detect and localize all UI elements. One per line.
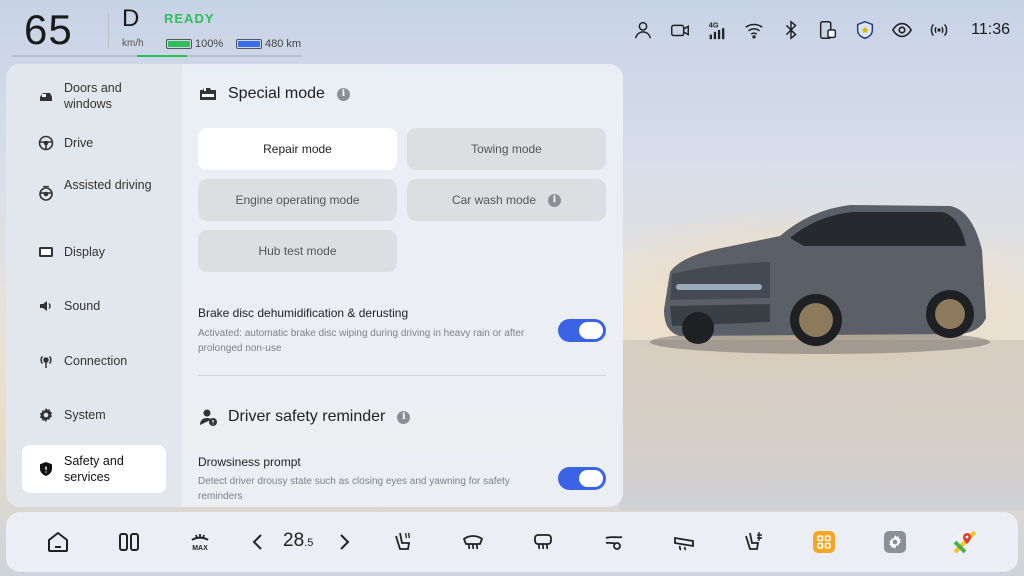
driver-icon bbox=[200, 409, 217, 426]
brake-dehumidification-description: Activated: automatic brake disc wiping d… bbox=[198, 328, 525, 354]
battery-icon bbox=[166, 39, 192, 49]
range-indicator: 480 km bbox=[236, 38, 301, 50]
settings-sidebar: Doors and windows Drive Assisted driving… bbox=[6, 64, 182, 507]
info-icon[interactable]: i bbox=[397, 410, 411, 424]
user-icon[interactable] bbox=[625, 12, 661, 48]
range-value: 480 km bbox=[265, 38, 302, 50]
bluetooth-icon[interactable] bbox=[773, 12, 809, 48]
special-mode-header: Special mode i bbox=[198, 84, 350, 104]
vehicle-scene bbox=[620, 60, 1024, 510]
temperature-readout: 28.5 bbox=[283, 530, 313, 552]
settings-content: Special mode i Repair mode Towing mode E… bbox=[182, 64, 623, 507]
phone-link-icon[interactable] bbox=[810, 12, 846, 48]
drowsiness-prompt-title: Drowsiness prompt bbox=[198, 455, 301, 469]
mode-label: Repair mode bbox=[263, 142, 332, 156]
settings-icon[interactable] bbox=[877, 524, 913, 560]
gear-indicator: D bbox=[122, 5, 140, 32]
shield-icon bbox=[40, 462, 52, 476]
sidebar-item-safety-and-services[interactable]: Safety and services bbox=[22, 445, 166, 493]
sidebar-item-system[interactable]: System bbox=[22, 391, 166, 439]
car-wash-mode-button[interactable]: Car wash mode i bbox=[407, 179, 606, 221]
wifi-icon[interactable] bbox=[736, 12, 772, 48]
max-defrost-icon[interactable]: MAX bbox=[182, 524, 218, 560]
sidebar-item-label: Sound bbox=[64, 299, 101, 313]
split-view-icon[interactable] bbox=[111, 524, 147, 560]
gear-icon bbox=[39, 408, 53, 422]
maps-icon[interactable] bbox=[947, 524, 983, 560]
brake-dehumidification-toggle[interactable] bbox=[558, 319, 606, 342]
speed-readout: 65 bbox=[24, 6, 73, 53]
sidebar-item-label: Safety and services bbox=[64, 454, 124, 484]
towing-mode-button[interactable]: Towing mode bbox=[407, 128, 606, 170]
seat-ventilation-icon[interactable] bbox=[736, 524, 772, 560]
section-title: Special mode bbox=[228, 85, 325, 102]
status-underline bbox=[12, 55, 302, 57]
vehicle-image bbox=[650, 205, 990, 354]
sidebar-item-doors-and-windows[interactable]: Doors and windows bbox=[22, 72, 166, 120]
network-label: 4G bbox=[709, 20, 719, 29]
sidebar-item-label: Connection bbox=[64, 354, 128, 368]
hub-test-mode-button[interactable]: Hub test mode bbox=[198, 230, 397, 272]
clock: 11:36 bbox=[971, 21, 1010, 38]
brake-dehumidification-title: Brake disc dehumidification & derusting bbox=[198, 306, 409, 320]
status-bar: 65 D READY km/h 100% 480 km 4G 11:36 bbox=[0, 0, 1024, 60]
sidebar-item-label: Display bbox=[64, 245, 105, 259]
special-mode-icon bbox=[200, 88, 216, 100]
drowsiness-prompt-toggle[interactable] bbox=[558, 467, 606, 490]
speaker-icon bbox=[40, 301, 51, 311]
sidebar-item-connection[interactable]: Connection bbox=[22, 337, 166, 385]
section-divider bbox=[198, 375, 606, 376]
settings-panel: Doors and windows Drive Assisted driving… bbox=[6, 64, 623, 507]
engine-operating-mode-button[interactable]: Engine operating mode bbox=[198, 179, 397, 221]
status-icons: 4G 11:36 bbox=[624, 0, 1024, 60]
battery-indicator: 100% bbox=[166, 38, 223, 50]
sidebar-item-label: Drive bbox=[64, 136, 94, 150]
sidebar-item-label: System bbox=[64, 408, 106, 422]
seat-heat-icon[interactable] bbox=[385, 524, 421, 560]
sidebar-item-label: Assisted driving bbox=[64, 178, 152, 192]
wireless-icon[interactable] bbox=[921, 12, 957, 48]
bottom-dock: MAX 28.5 bbox=[6, 512, 1018, 572]
ready-indicator: READY bbox=[164, 11, 215, 26]
sidebar-item-assisted-driving[interactable]: Assisted driving bbox=[22, 169, 166, 217]
shield-icon[interactable] bbox=[847, 12, 883, 48]
temperature-main: 28 bbox=[283, 530, 305, 551]
front-defrost-icon[interactable] bbox=[455, 524, 491, 560]
section-title: Driver safety reminder bbox=[228, 408, 386, 425]
driver-safety-header: Driver safety reminder i bbox=[198, 407, 411, 427]
car-door-icon bbox=[40, 93, 52, 101]
mode-label: Car wash mode bbox=[451, 193, 537, 207]
sidebar-item-label: Doors and windows bbox=[64, 81, 122, 111]
assisted-driving-icon bbox=[39, 185, 53, 201]
temp-up-icon[interactable] bbox=[326, 524, 362, 560]
sidebar-item-drive[interactable]: Drive bbox=[22, 119, 166, 167]
info-icon[interactable]: i bbox=[548, 193, 562, 207]
steering-wheel-icon bbox=[38, 135, 54, 151]
apps-icon[interactable] bbox=[806, 524, 842, 560]
mode-label: Engine operating mode bbox=[235, 193, 360, 207]
sidebar-item-display[interactable]: Display bbox=[22, 228, 166, 276]
eye-icon[interactable] bbox=[884, 12, 920, 48]
repair-mode-button[interactable]: Repair mode bbox=[198, 128, 397, 170]
mode-label: Towing mode bbox=[471, 142, 542, 156]
temperature-decimal: .5 bbox=[304, 537, 314, 549]
signal-4g-icon: 4G bbox=[699, 12, 735, 48]
status-separator bbox=[108, 14, 109, 48]
temp-down-icon[interactable] bbox=[240, 524, 276, 560]
range-battery-icon bbox=[236, 39, 262, 49]
connection-icon bbox=[40, 355, 52, 368]
home-icon[interactable] bbox=[40, 524, 76, 560]
speed-unit: km/h bbox=[122, 38, 144, 49]
sidebar-item-sound[interactable]: Sound bbox=[22, 282, 166, 330]
steering-heat-icon[interactable] bbox=[666, 524, 702, 560]
mode-label: Hub test mode bbox=[258, 244, 337, 258]
fan-icon[interactable] bbox=[596, 524, 632, 560]
rear-defrost-icon[interactable] bbox=[525, 524, 561, 560]
dashcam-icon[interactable] bbox=[662, 12, 698, 48]
display-icon bbox=[39, 247, 53, 257]
svg-text:MAX: MAX bbox=[192, 545, 208, 552]
info-icon[interactable]: i bbox=[336, 87, 350, 101]
drowsiness-prompt-description: Detect driver drousy state such as closi… bbox=[198, 476, 510, 502]
battery-percent: 100% bbox=[195, 38, 224, 50]
